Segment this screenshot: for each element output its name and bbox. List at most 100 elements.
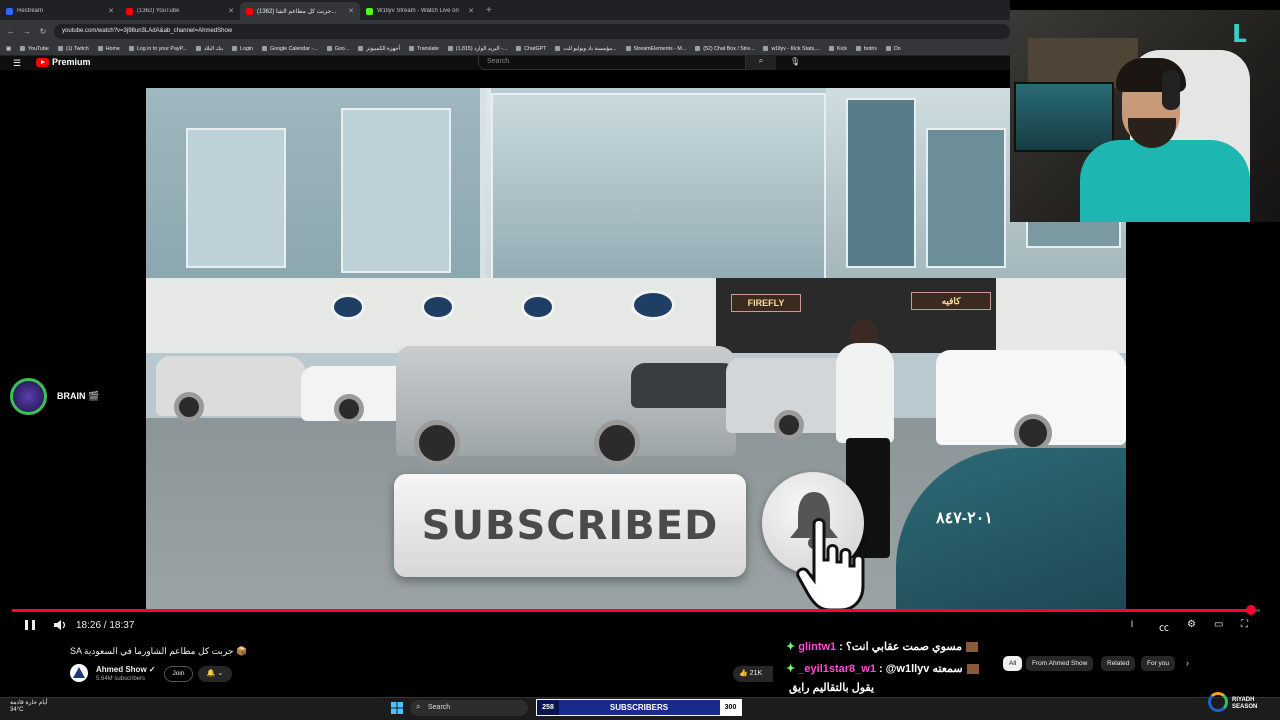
bookmark-label: (1,815) البريد الوارد -...: [455, 45, 508, 52]
join-button[interactable]: Join: [164, 666, 193, 682]
tab-favicon-icon: [126, 7, 133, 15]
bookmark-item[interactable]: Do: [885, 46, 901, 52]
bookmark-item[interactable]: Login: [232, 46, 253, 52]
chip-from-ahmed-show[interactable]: From Ahmed Show: [1026, 656, 1094, 671]
tab-label: (1362) جربت كل مطاعم الشا...: [257, 8, 337, 15]
bookmark-item[interactable]: Google Calendar -...: [262, 46, 318, 52]
fullscreen-icon[interactable]: ⛶: [1241, 619, 1248, 630]
bookmark-item[interactable]: Kick: [829, 46, 847, 52]
microphone-icon[interactable]: 🎙: [790, 57, 800, 66]
bookmark-item[interactable]: (1,815) البريد الوارد -...: [447, 45, 508, 52]
autoplay-toggle-icon[interactable]: ⏽: [1128, 619, 1136, 630]
bookmark-item[interactable]: (1) Twitch: [57, 46, 89, 52]
car-dark: [631, 363, 741, 408]
channel-avatar[interactable]: [70, 664, 88, 682]
browser-tab[interactable]: Restream ✕: [0, 2, 120, 20]
bookmark-favicon-icon: [447, 46, 453, 51]
bookmark-favicon-icon: [232, 46, 238, 51]
tab-close-icon[interactable]: ✕: [228, 7, 234, 15]
search-input[interactable]: Search: [478, 56, 746, 70]
bookmark-item[interactable]: مؤسسة باد ويوليو للت...: [555, 46, 617, 52]
bookmark-label: Log in to your PayP...: [136, 45, 187, 52]
url-field[interactable]: youtube.com/watch?v=3j98un3LAdA&ab_chann…: [54, 23, 1010, 39]
bookmarks-bar: ▦ YouTube (1) Twitch Home Log in to your Pay…: [0, 42, 1010, 56]
reload-icon[interactable]: ↻: [38, 27, 48, 36]
settings-gear-icon[interactable]: ⚙: [1187, 619, 1196, 630]
chat-username: glintw1: [798, 641, 837, 653]
tab-favicon-icon: [6, 7, 13, 15]
bookmark-favicon-icon: [695, 46, 701, 51]
bookmark-label: StreamElements - M...: [633, 45, 687, 52]
weather-widget[interactable]: أيام حارة قادمة 34°C: [10, 700, 48, 714]
chat-text: : مسوي صمت عقابي انت؟: [839, 641, 963, 653]
volume-icon[interactable]: [53, 619, 66, 631]
pause-icon[interactable]: [24, 619, 36, 631]
bookmark-favicon-icon: [326, 46, 332, 51]
riyadh-line-1: RIYADH: [1232, 697, 1255, 703]
tab-close-icon[interactable]: ✕: [468, 7, 474, 15]
browser-tab[interactable]: W1llyv Stream - Watch Live on ✕: [360, 2, 480, 20]
hamburger-menu-icon[interactable]: ☰: [13, 58, 21, 69]
browser-tab[interactable]: (1362) جربت كل مطاعم الشا... ✕: [240, 2, 360, 20]
windows-start-icon[interactable]: [391, 702, 403, 714]
chip-for-you[interactable]: For you: [1141, 656, 1176, 671]
tab-close-icon[interactable]: ✕: [348, 7, 354, 15]
bookmark-item[interactable]: Goo...: [326, 46, 349, 52]
browser-tab-strip: Restream ✕ (1362) YouTube ✕ (1362) جربت كل م…: [0, 0, 1010, 20]
browser-tab[interactable]: (1362) YouTube ✕: [120, 2, 240, 20]
search-icon[interactable]: ⌕: [746, 56, 776, 70]
bookmark-item[interactable]: botrix: [856, 46, 877, 52]
bookmark-item[interactable]: Translate: [408, 46, 439, 52]
bookmark-item[interactable]: w1llyv - Kick Stats,...: [763, 46, 820, 52]
new-tab-icon[interactable]: +: [480, 2, 498, 20]
bookmark-item[interactable]: أجهزة الكمبيوتر: [358, 46, 400, 52]
progress-scrubber-handle[interactable]: [1246, 605, 1256, 615]
bookmark-favicon-icon: [625, 46, 631, 51]
bookmark-label: (52) Chat Box / Stre...: [703, 45, 755, 52]
bookmark-item[interactable]: Home: [97, 45, 120, 52]
chat-badge-icon: ✦: [786, 641, 799, 653]
tab-close-icon[interactable]: ✕: [108, 7, 114, 15]
bookmark-label: بنك البلاد: [203, 45, 224, 52]
chip-all[interactable]: All: [1003, 656, 1023, 671]
bookmark-label: Home: [105, 45, 120, 52]
youtube-premium-label: Premium: [52, 57, 91, 67]
tab-favicon-icon: [366, 7, 373, 15]
bookmark-item[interactable]: YouTube: [20, 46, 49, 52]
forward-icon[interactable]: →: [22, 27, 32, 36]
shop-sign-firefly: FIREFLY: [731, 294, 801, 312]
tab-label: Restream: [17, 8, 44, 14]
bookmark-item[interactable]: (52) Chat Box / Stre...: [695, 46, 754, 52]
address-bar-row: ← → ↻ youtube.com/watch?v=3j98un3LAdA&ab…: [0, 20, 1010, 42]
back-icon[interactable]: ←: [6, 27, 16, 36]
taskbar-search-input[interactable]: Search: [410, 700, 528, 716]
bookmark-favicon-icon: [97, 46, 103, 51]
person-shirt: [836, 343, 894, 443]
bookmark-favicon-icon: [856, 46, 862, 51]
weather-headline: أيام حارة قادمة: [10, 700, 48, 706]
bookmark-item[interactable]: بنك البلاد: [195, 45, 224, 52]
streamer-webcam: ʟ: [1010, 10, 1280, 222]
theater-mode-icon[interactable]: ▭: [1214, 619, 1223, 630]
subscriber-goal-label: SUBSCRIBERS: [609, 703, 669, 712]
brain-avatar: [10, 378, 47, 415]
bookmark-favicon-icon: [516, 46, 522, 51]
channel-name[interactable]: Ahmed Show ✓: [96, 665, 156, 674]
bookmark-label: w1llyv - Kick Stats,...: [771, 45, 821, 52]
bookmark-item[interactable]: StreamElements - M...: [625, 45, 687, 52]
bookmark-label: botrix: [864, 45, 877, 52]
bookmark-label: ChatGPT: [524, 45, 547, 52]
like-button[interactable]: 👍 21K: [733, 666, 773, 682]
video-scene-building-center: [491, 88, 831, 293]
apps-grid-icon[interactable]: ▦: [6, 46, 11, 52]
search-icon: ⌕: [416, 702, 421, 711]
bookmark-item[interactable]: Log in to your PayP...: [128, 45, 187, 52]
chip-related[interactable]: Related: [1101, 656, 1136, 671]
bookmark-item[interactable]: ChatGPT: [516, 46, 546, 52]
hand-cursor-icon: [796, 518, 865, 612]
youtube-logo-icon[interactable]: [36, 58, 49, 67]
chevron-right-icon[interactable]: ›: [1186, 658, 1189, 668]
subtitles-icon[interactable]: ㏄: [1159, 619, 1169, 634]
channel-subscriber-count: 5.64M subscribers: [96, 676, 146, 682]
notification-bell-button[interactable]: 🔔 ⌄: [198, 666, 232, 682]
